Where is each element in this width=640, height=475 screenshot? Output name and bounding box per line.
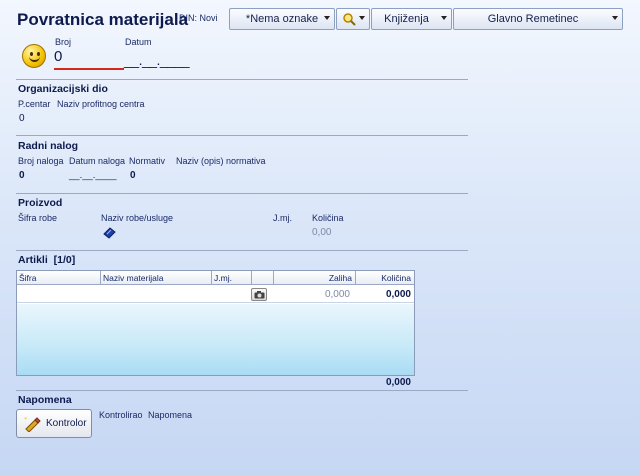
normativ-input[interactable]: 0 bbox=[130, 170, 136, 181]
kolicina-input[interactable]: 0,00 bbox=[312, 227, 331, 238]
napomena-label: Napomena bbox=[148, 410, 193, 420]
pcentar-label: P.centar bbox=[18, 99, 51, 109]
profitni-centar-label: Naziv profitnog centra bbox=[57, 99, 145, 109]
artikli-count: [1/0] bbox=[53, 254, 76, 266]
kontrolor-button[interactable]: Kontrolor bbox=[16, 409, 92, 438]
broj-naloga-label: Broj naloga bbox=[18, 156, 64, 166]
datum-input[interactable]: __.__.____ bbox=[124, 52, 206, 68]
col-naziv-materijala[interactable]: Naziv materijala bbox=[103, 273, 163, 283]
normativ-naziv-label: Naziv (opis) normativa bbox=[176, 156, 266, 166]
knjizenja-label: Knjiženja bbox=[384, 13, 429, 25]
divider bbox=[16, 135, 468, 136]
divider bbox=[16, 193, 468, 194]
location-label: Glavno Remetinec bbox=[487, 13, 579, 25]
org-section-title: Organizacijski dio bbox=[18, 83, 108, 95]
sifra-robe-label: Šifra robe bbox=[18, 213, 58, 223]
table-header: Šifra Naziv materijala J.mj. Zaliha Koli… bbox=[17, 271, 414, 285]
lookup-icon[interactable] bbox=[103, 227, 116, 239]
col-zaliha[interactable]: Zaliha bbox=[276, 273, 352, 283]
row-zaliha: 0,000 bbox=[324, 289, 350, 300]
status-smiley-icon bbox=[22, 44, 46, 68]
table-row[interactable]: 0,000 0,000 bbox=[17, 286, 414, 303]
artikli-section-title: Artikli [1/0] bbox=[18, 254, 76, 266]
tag-select[interactable]: *Nema oznake bbox=[229, 8, 335, 30]
pcentar-input[interactable]: 0 bbox=[19, 113, 25, 124]
jmj-label: J.mj. bbox=[273, 213, 292, 223]
search-button[interactable] bbox=[336, 8, 370, 30]
search-icon bbox=[343, 13, 356, 26]
kolicina-label: Količina bbox=[312, 213, 344, 223]
document-status: DIN: Novi bbox=[179, 13, 218, 23]
row-camera-button[interactable] bbox=[251, 288, 267, 301]
artikli-table[interactable]: Šifra Naziv materijala J.mj. Zaliha Koli… bbox=[16, 270, 415, 376]
pen-icon bbox=[24, 416, 41, 432]
chevron-down-icon bbox=[612, 16, 618, 20]
chevron-down-icon bbox=[324, 16, 330, 20]
col-kolicina[interactable]: Količina bbox=[357, 273, 411, 283]
normativ-label: Normativ bbox=[129, 156, 166, 166]
broj-naloga-input[interactable]: 0 bbox=[19, 170, 25, 181]
divider bbox=[16, 390, 468, 391]
location-select[interactable]: Glavno Remetinec bbox=[453, 8, 623, 30]
kontrolirao-label: Kontrolirao bbox=[99, 410, 143, 420]
camera-icon bbox=[254, 290, 264, 298]
napomena-section-title: Napomena bbox=[18, 394, 72, 406]
chevron-down-icon bbox=[359, 16, 365, 20]
broj-input[interactable]: 0 bbox=[54, 48, 124, 70]
proizvod-section-title: Proizvod bbox=[18, 197, 63, 209]
artikli-total: 0,000 bbox=[385, 377, 411, 388]
col-sifra[interactable]: Šifra bbox=[19, 273, 36, 283]
kontrolor-label: Kontrolor bbox=[46, 418, 87, 429]
radni-nalog-section-title: Radni nalog bbox=[18, 140, 79, 152]
datum-label: Datum bbox=[125, 37, 152, 47]
datum-naloga-input[interactable]: __.__.____ bbox=[69, 170, 117, 181]
table-empty-area bbox=[17, 304, 414, 375]
page-title: Povratnica materijala bbox=[17, 10, 189, 29]
naziv-robe-label: Naziv robe/usluge bbox=[101, 213, 174, 223]
datum-naloga-label: Datum naloga bbox=[69, 156, 126, 166]
divider bbox=[16, 79, 468, 80]
broj-label: Broj bbox=[55, 37, 72, 47]
knjizenja-button[interactable]: Knjiženja bbox=[371, 8, 452, 30]
chevron-down-icon bbox=[441, 16, 447, 20]
col-jmj[interactable]: J.mj. bbox=[214, 273, 232, 283]
tag-select-label: *Nema oznake bbox=[245, 13, 319, 25]
row-kolicina[interactable]: 0,000 bbox=[357, 289, 411, 300]
divider bbox=[16, 250, 468, 251]
